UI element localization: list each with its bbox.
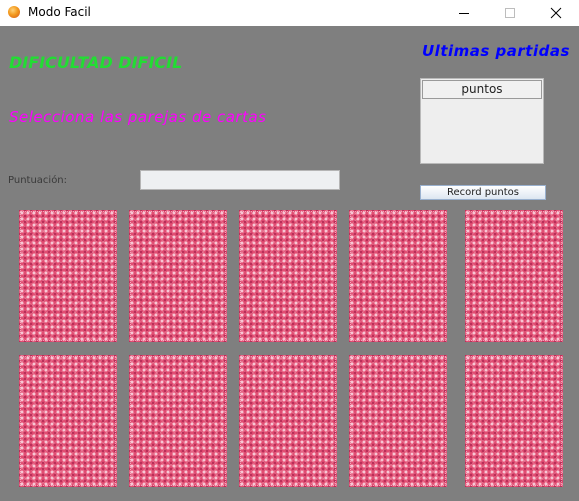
score-field[interactable] — [140, 170, 340, 190]
card[interactable] — [465, 210, 563, 342]
record-points-button[interactable]: Record puntos — [420, 185, 546, 200]
difficulty-label: DIFICULTAD DIFICIL — [9, 53, 183, 72]
close-icon — [550, 7, 562, 19]
card[interactable] — [129, 210, 227, 342]
java-app-icon — [8, 6, 20, 18]
maximize-icon — [505, 8, 515, 18]
score-label: Puntuación: — [8, 175, 68, 186]
card[interactable] — [349, 210, 447, 342]
minimize-icon — [459, 13, 469, 14]
game-window: Modo Facil DIFICULTAD DIFICIL Selecciona… — [0, 0, 579, 501]
close-button[interactable] — [533, 0, 579, 26]
card[interactable] — [19, 355, 117, 487]
card[interactable] — [19, 210, 117, 342]
card[interactable] — [239, 210, 337, 342]
card[interactable] — [239, 355, 337, 487]
window-title: Modo Facil — [28, 5, 91, 19]
maximize-button[interactable] — [487, 0, 533, 26]
minimize-button[interactable] — [441, 0, 487, 26]
points-column-header[interactable]: puntos — [422, 80, 542, 99]
card[interactable] — [129, 355, 227, 487]
recent-games-title: Ultimas partidas — [422, 42, 570, 60]
card[interactable] — [465, 355, 563, 487]
instruction-label: Selecciona las parejas de cartas — [9, 108, 267, 126]
card[interactable] — [349, 355, 447, 487]
recent-scores-table[interactable]: puntos — [420, 78, 544, 164]
title-bar[interactable]: Modo Facil — [0, 0, 579, 26]
